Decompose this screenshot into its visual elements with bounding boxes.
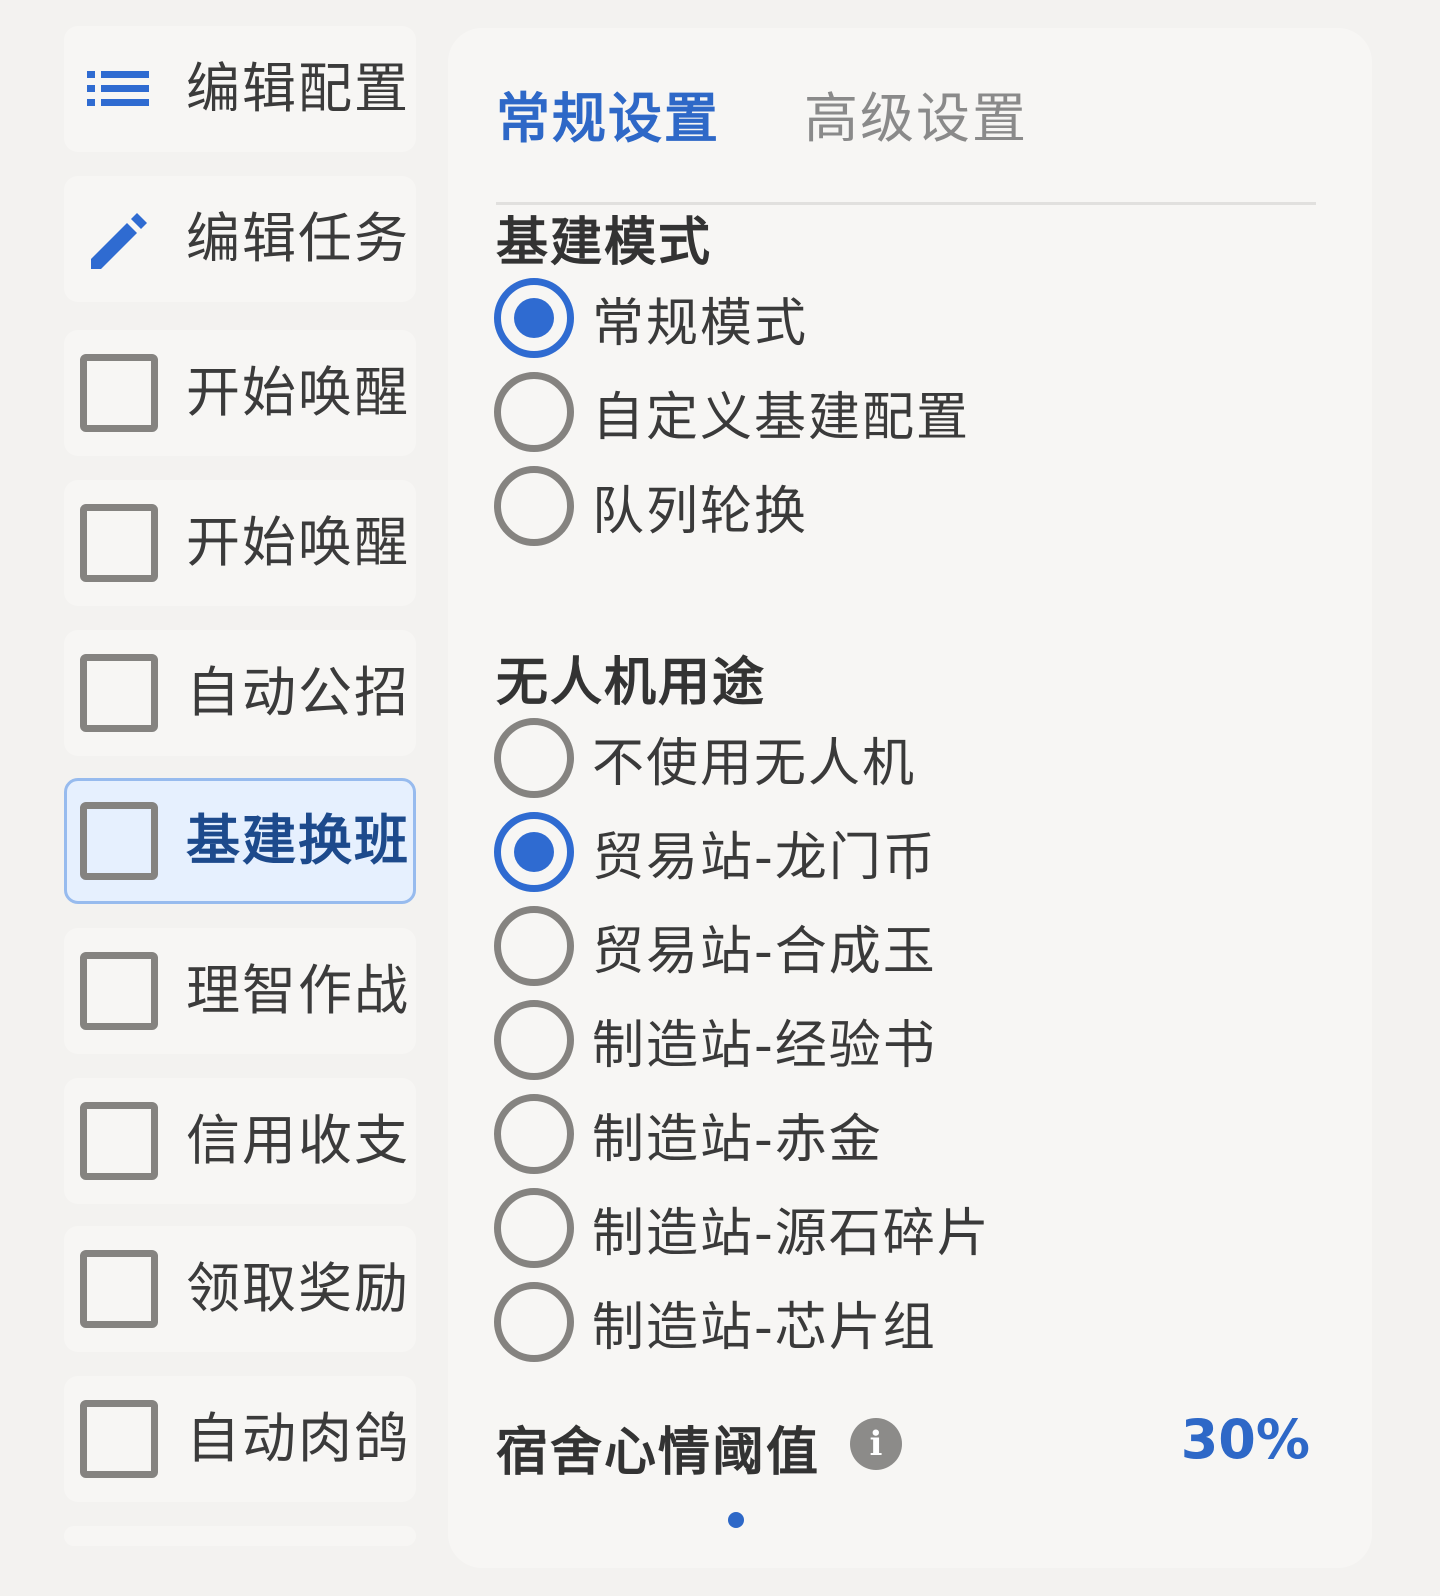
- radio-drone-none[interactable]: 不使用无人机: [494, 718, 916, 798]
- task-item-rewards[interactable]: 领取奖励: [64, 1226, 416, 1352]
- task-label: 领取奖励: [186, 1257, 410, 1320]
- task-label: 理智作战: [186, 959, 410, 1022]
- radio-label: 制造站-源石碎片: [592, 1203, 991, 1264]
- info-icon[interactable]: i: [850, 1418, 902, 1470]
- pencil-icon: [80, 200, 158, 278]
- radio-label: 制造站-经验书: [592, 1015, 937, 1076]
- task-item-start-wakeup-2[interactable]: 开始唤醒: [64, 480, 416, 606]
- edit-config-button[interactable]: 编辑配置: [64, 26, 416, 152]
- radio-button[interactable]: [494, 1000, 574, 1080]
- radio-drone-shard[interactable]: 制造站-源石碎片: [494, 1188, 991, 1268]
- edit-config-label: 编辑配置: [186, 57, 410, 120]
- radio-label: 制造站-芯片组: [592, 1297, 937, 1358]
- infrastructure-mode-title: 基建模式: [496, 213, 713, 273]
- radio-button[interactable]: [494, 372, 574, 452]
- radio-label: 不使用无人机: [592, 733, 917, 794]
- task-label: 开始唤醒: [186, 361, 410, 424]
- task-item-credit[interactable]: 信用收支: [64, 1078, 416, 1204]
- radio-button[interactable]: [494, 1188, 574, 1268]
- radio-button[interactable]: [494, 1282, 574, 1362]
- task-label: 开始唤醒: [186, 511, 410, 574]
- radio-infra-custom[interactable]: 自定义基建配置: [494, 372, 970, 452]
- task-checkbox[interactable]: [80, 802, 158, 880]
- task-item-auto-recruit[interactable]: 自动公招: [64, 630, 416, 756]
- task-item-sanity-combat[interactable]: 理智作战: [64, 928, 416, 1054]
- radio-drone-chip[interactable]: 制造站-芯片组: [494, 1282, 937, 1362]
- radio-drone-lmd[interactable]: 贸易站-龙门币: [494, 812, 937, 892]
- task-label: 自动公招: [186, 661, 410, 724]
- radio-drone-orundum[interactable]: 贸易站-合成玉: [494, 906, 937, 986]
- task-checkbox[interactable]: [80, 1102, 158, 1180]
- radio-button[interactable]: [494, 466, 574, 546]
- radio-button[interactable]: [494, 906, 574, 986]
- task-checkbox[interactable]: [80, 952, 158, 1030]
- drone-usage-title: 无人机用途: [496, 653, 767, 713]
- radio-label: 自定义基建配置: [592, 387, 971, 448]
- dorm-mood-value: 30%: [1180, 1408, 1310, 1471]
- radio-infra-rotation[interactable]: 队列轮换: [494, 466, 808, 546]
- task-item-start-wakeup-1[interactable]: 开始唤醒: [64, 330, 416, 456]
- task-checkbox[interactable]: [80, 654, 158, 732]
- radio-label: 队列轮换: [592, 481, 809, 542]
- task-label: 信用收支: [186, 1109, 410, 1172]
- list-icon: [80, 50, 158, 128]
- task-checkbox[interactable]: [80, 1250, 158, 1328]
- edit-tasks-label: 编辑任务: [186, 207, 410, 270]
- task-label: 自动肉鸽: [186, 1407, 410, 1470]
- radio-label: 制造站-赤金: [592, 1109, 883, 1170]
- radio-label: 贸易站-合成玉: [592, 921, 937, 982]
- radio-drone-exp[interactable]: 制造站-经验书: [494, 1000, 937, 1080]
- radio-drone-gold[interactable]: 制造站-赤金: [494, 1094, 883, 1174]
- radio-button[interactable]: [494, 1094, 574, 1174]
- task-checkbox[interactable]: [80, 504, 158, 582]
- radio-infra-normal[interactable]: 常规模式: [494, 278, 808, 358]
- task-label: 基建换班: [186, 809, 410, 872]
- radio-label: 贸易站-龙门币: [592, 827, 937, 888]
- radio-button[interactable]: [494, 718, 574, 798]
- tab-advanced[interactable]: 高级设置: [804, 74, 1028, 153]
- radio-label: 常规模式: [592, 293, 809, 354]
- task-item-auto-roguelike[interactable]: 自动肉鸽: [64, 1376, 416, 1502]
- dorm-mood-title: 宿舍心情阈值: [496, 1423, 821, 1483]
- task-item-infrastructure-shift[interactable]: 基建换班: [64, 778, 416, 904]
- slider-handle[interactable]: [728, 1512, 744, 1528]
- task-checkbox[interactable]: [80, 354, 158, 432]
- settings-tabs: 常规设置 高级设置: [496, 74, 1316, 205]
- tab-general[interactable]: 常规设置: [496, 74, 720, 153]
- settings-panel: 常规设置 高级设置 基建模式 常规模式 自定义基建配置 队列轮换 无人机用途 不…: [448, 28, 1372, 1568]
- radio-button-checked[interactable]: [494, 278, 574, 358]
- task-checkbox[interactable]: [80, 1400, 158, 1478]
- edit-tasks-button[interactable]: 编辑任务: [64, 176, 416, 302]
- radio-button-checked[interactable]: [494, 812, 574, 892]
- task-item-partial: [64, 1526, 416, 1546]
